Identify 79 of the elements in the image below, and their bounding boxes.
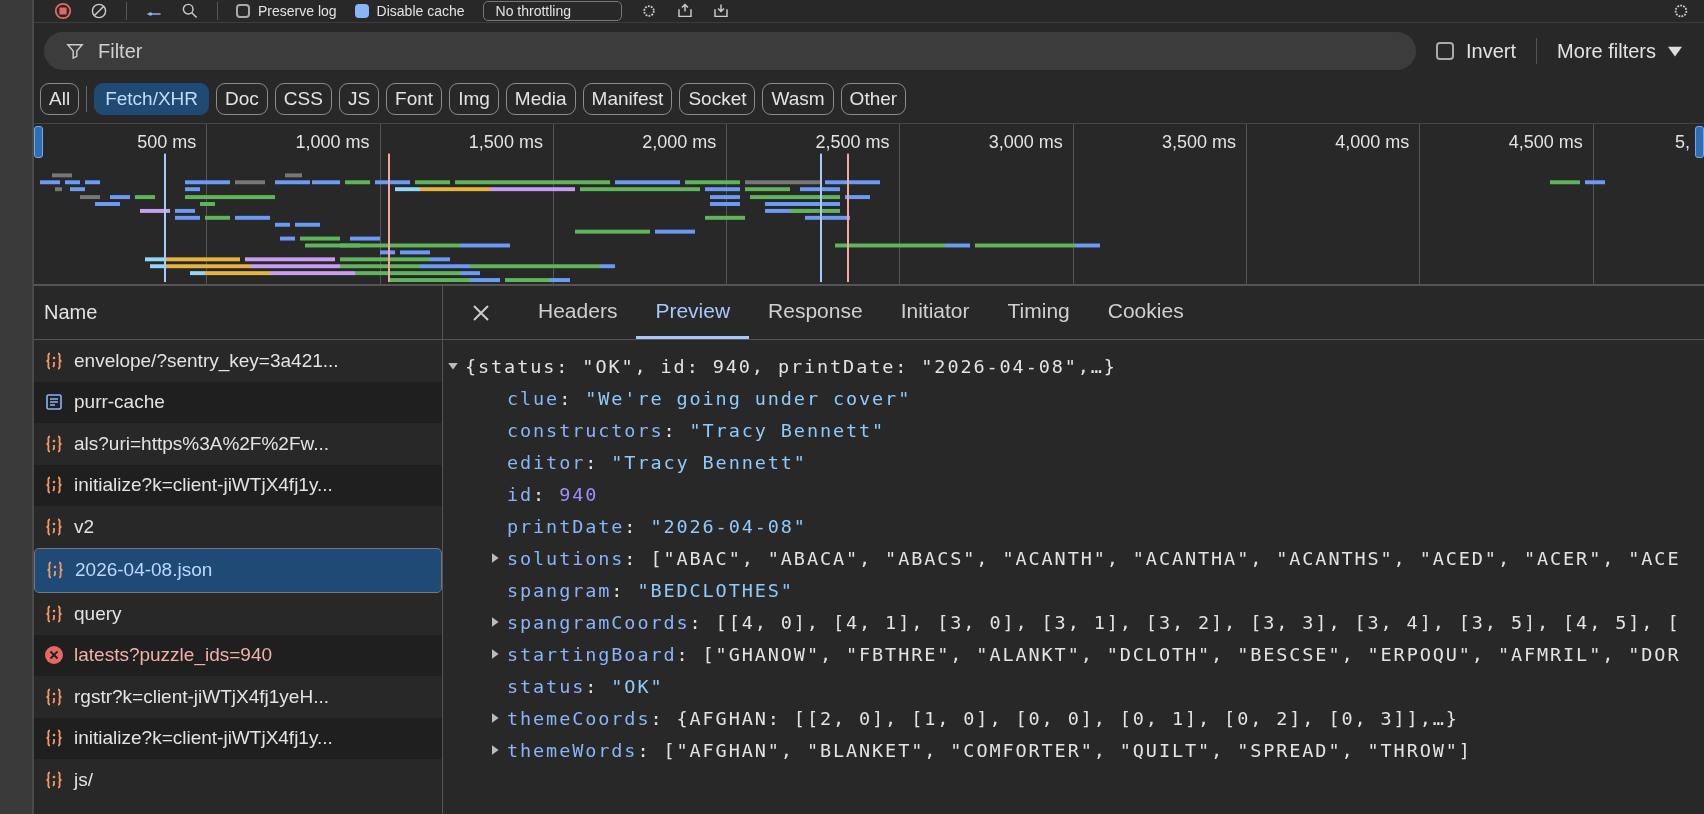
json-property: printDate: "2026-04-08" bbox=[507, 515, 807, 537]
time-tick-label: 4,500 ms bbox=[1508, 132, 1583, 154]
time-tick-label: 1,000 ms bbox=[295, 132, 370, 154]
detail-tab[interactable]: Initiator bbox=[881, 286, 989, 339]
detail-tab[interactable]: Cookies bbox=[1088, 286, 1203, 339]
search-icon[interactable] bbox=[181, 2, 199, 20]
time-tick-label: 3,500 ms bbox=[1162, 132, 1237, 154]
preserve-log-checkbox[interactable]: Preserve log bbox=[236, 3, 337, 19]
braces-icon bbox=[44, 728, 64, 749]
braces-icon bbox=[44, 475, 64, 496]
json-property: spangram: "BEDCLOTHES" bbox=[507, 579, 794, 601]
braces-icon bbox=[44, 350, 64, 371]
braces-icon bbox=[44, 686, 64, 707]
type-filter-chip[interactable]: JS bbox=[338, 83, 380, 115]
type-filter-chip[interactable]: Wasm bbox=[762, 83, 834, 115]
json-property: status: "OK" bbox=[507, 675, 664, 697]
time-tick-label: 5, bbox=[1675, 132, 1690, 154]
filter-field[interactable]: Filter bbox=[44, 32, 1417, 70]
json-property: themeCoords: {AFGHAN: [[2, 0], [1, 0], [0, 0], [0, 1], [0, 2], [0, 3]],…} bbox=[507, 707, 1459, 729]
upload-icon[interactable] bbox=[676, 2, 694, 20]
detail-tab[interactable]: Response bbox=[749, 286, 882, 339]
type-filter-chip[interactable]: All bbox=[40, 83, 80, 115]
braces-icon bbox=[44, 516, 64, 537]
throttling-dropdown[interactable]: No throttling bbox=[482, 1, 622, 21]
column-header[interactable]: Name bbox=[34, 285, 442, 340]
type-filter-chip[interactable]: Font bbox=[386, 83, 443, 115]
error-icon bbox=[44, 645, 64, 666]
time-tick-label: 2,000 ms bbox=[642, 132, 717, 154]
json-property: clue: "We're going under cover" bbox=[507, 387, 912, 409]
type-filter-chip[interactable]: Img bbox=[449, 83, 499, 115]
disable-cache-checkbox[interactable]: Disable cache bbox=[354, 3, 465, 19]
time-tick-label: 4,000 ms bbox=[1335, 132, 1410, 154]
expand-icon[interactable] bbox=[489, 616, 501, 628]
close-icon[interactable] bbox=[471, 302, 491, 323]
json-property: editor: "Tracy Bennett" bbox=[507, 451, 807, 473]
download-icon[interactable] bbox=[712, 2, 730, 20]
expand-icon[interactable] bbox=[489, 552, 501, 564]
type-filter-chip[interactable]: CSS bbox=[274, 83, 332, 115]
detail-tab[interactable]: Preview bbox=[636, 286, 750, 339]
json-property: themeWords: ["AFGHAN", "BLANKET", "COMFORTER", "QUILT", "SPREAD", "THROW"] bbox=[507, 739, 1472, 761]
request-row[interactable]: 2026-04-08.json bbox=[34, 547, 442, 593]
invert-checkbox[interactable]: Invert bbox=[1436, 39, 1517, 63]
caret-icon bbox=[1668, 44, 1682, 58]
request-row[interactable]: initialize?k=client-jiWTjX4fj1y... bbox=[34, 717, 442, 759]
request-row[interactable]: purr-cache bbox=[34, 381, 442, 423]
stop-recording-icon[interactable] bbox=[54, 2, 72, 20]
time-tick-label: 500 ms bbox=[137, 132, 197, 154]
expand-icon[interactable] bbox=[489, 712, 501, 724]
type-filter-chip[interactable]: Doc bbox=[216, 83, 268, 115]
expand-icon[interactable] bbox=[489, 744, 501, 756]
type-filter-chip[interactable]: Manifest bbox=[582, 83, 673, 115]
document-icon bbox=[44, 392, 64, 413]
type-filter-chip[interactable]: Media bbox=[505, 83, 576, 115]
range-handle[interactable] bbox=[34, 126, 43, 158]
json-property: spangramCoords: [[4, 0], [4, 1], [3, 0], [3, 1], [3, 2], [3, 3], [3, 4], [3, 5], [4, 5], [ bbox=[507, 611, 1681, 633]
time-tick-label: 1,500 ms bbox=[468, 132, 543, 154]
request-row[interactable]: initialize?k=client-jiWTjX4fj1y... bbox=[34, 464, 442, 506]
json-property: constructors: "Tracy Bennett" bbox=[507, 419, 886, 441]
collapse-icon[interactable] bbox=[447, 360, 459, 372]
type-filter-chip[interactable]: Other bbox=[840, 83, 907, 115]
braces-icon bbox=[44, 603, 64, 624]
detail-tab[interactable]: Headers bbox=[519, 286, 637, 339]
braces-icon bbox=[44, 769, 64, 790]
json-property: id: 940 bbox=[507, 483, 599, 505]
json-property: solutions: ["ABAC", "ABACA", "ABACS", "ACANTH", "ACANTHA", "ACANTHS", "ACED", "ACER", "ACE bbox=[507, 547, 1681, 569]
expand-icon[interactable] bbox=[489, 648, 501, 660]
detail-tab[interactable]: Timing bbox=[988, 286, 1089, 339]
braces-icon bbox=[44, 433, 64, 454]
braces-icon bbox=[45, 560, 65, 581]
type-filter-chip[interactable]: Fetch/XHR bbox=[94, 83, 210, 115]
range-handle[interactable] bbox=[1695, 126, 1704, 158]
time-tick-label: 2,500 ms bbox=[815, 132, 890, 154]
more-filters-dropdown[interactable]: More filters bbox=[1557, 39, 1682, 63]
json-property: {status: "OK", id: 940, printDate: "2026-04-08",…} bbox=[465, 355, 1117, 377]
type-filter-chip[interactable]: Socket bbox=[679, 83, 756, 115]
time-tick-label: 3,000 ms bbox=[988, 132, 1063, 154]
request-row[interactable]: latests?puzzle_ids=940 bbox=[34, 634, 442, 676]
clear-icon[interactable] bbox=[90, 2, 108, 20]
json-property: startingBoard: ["GHANOW", "FBTHRE", "ALANKT", "DCLOTH", "BESCSE", "ERPOQU", "AFMRIL", "DOR bbox=[507, 643, 1681, 665]
